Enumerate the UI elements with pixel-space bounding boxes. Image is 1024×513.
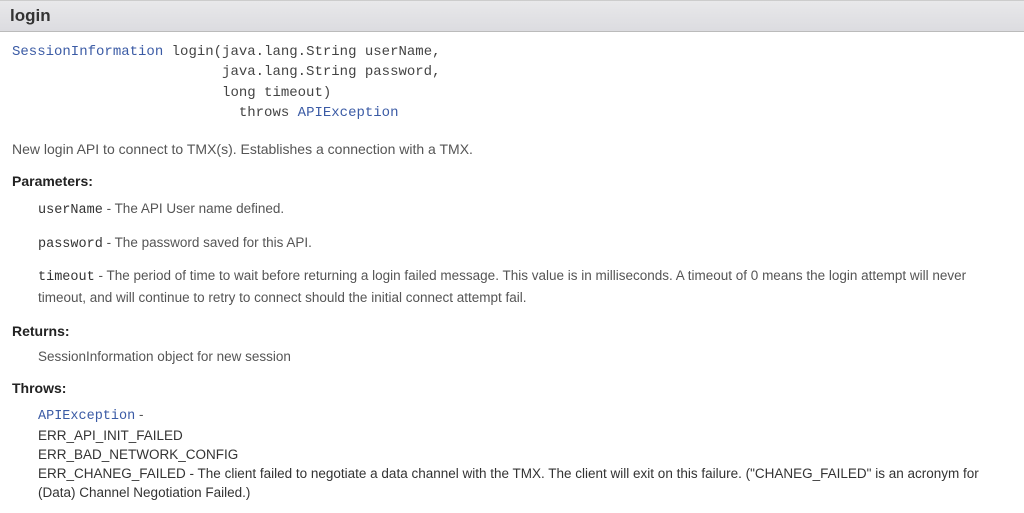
signature-param-2: java.lang.String password, — [222, 64, 440, 80]
signature-param-1: (java.lang.String userName, — [214, 44, 441, 60]
parameter-item: timeout - The period of time to wait bef… — [38, 266, 1012, 307]
error-code: ERR_API_INIT_FAILED — [38, 428, 183, 443]
method-title: login — [10, 6, 51, 25]
param-name: password — [38, 237, 103, 252]
throws-keyword: throws — [239, 105, 289, 121]
method-signature: SessionInformation login(java.lang.Strin… — [12, 42, 1012, 123]
parameter-item: password - The password saved for this A… — [38, 233, 1012, 255]
error-code: ERR_BAD_NETWORK_CONFIG — [38, 447, 238, 462]
method-name: login — [172, 44, 214, 60]
method-content: SessionInformation login(java.lang.Strin… — [0, 32, 1024, 513]
param-desc: - The password saved for this API. — [103, 235, 312, 250]
throws-exception-link[interactable]: APIException — [38, 409, 135, 424]
signature-param-3: long timeout) — [222, 85, 331, 101]
param-desc: - The API User name defined. — [103, 201, 284, 216]
param-desc: - The period of time to wait before retu… — [38, 268, 966, 305]
method-header-bar: login — [0, 0, 1024, 32]
parameter-item: userName - The API User name defined. — [38, 199, 1012, 221]
param-name: userName — [38, 203, 103, 218]
error-code: ERR_CHANEG_FAILED — [38, 466, 186, 481]
returns-heading: Returns: — [12, 323, 1012, 339]
param-name: timeout — [38, 270, 95, 285]
return-type-link[interactable]: SessionInformation — [12, 44, 163, 60]
throws-block: APIException - ERR_API_INIT_FAILED ERR_B… — [38, 406, 1012, 502]
parameters-heading: Parameters: — [12, 173, 1012, 189]
throws-type-link[interactable]: APIException — [298, 105, 399, 121]
throws-dash: - — [135, 407, 143, 422]
returns-value: SessionInformation object for new sessio… — [38, 349, 1012, 364]
throws-heading: Throws: — [12, 380, 1012, 396]
method-description: New login API to connect to TMX(s). Esta… — [12, 141, 1012, 157]
